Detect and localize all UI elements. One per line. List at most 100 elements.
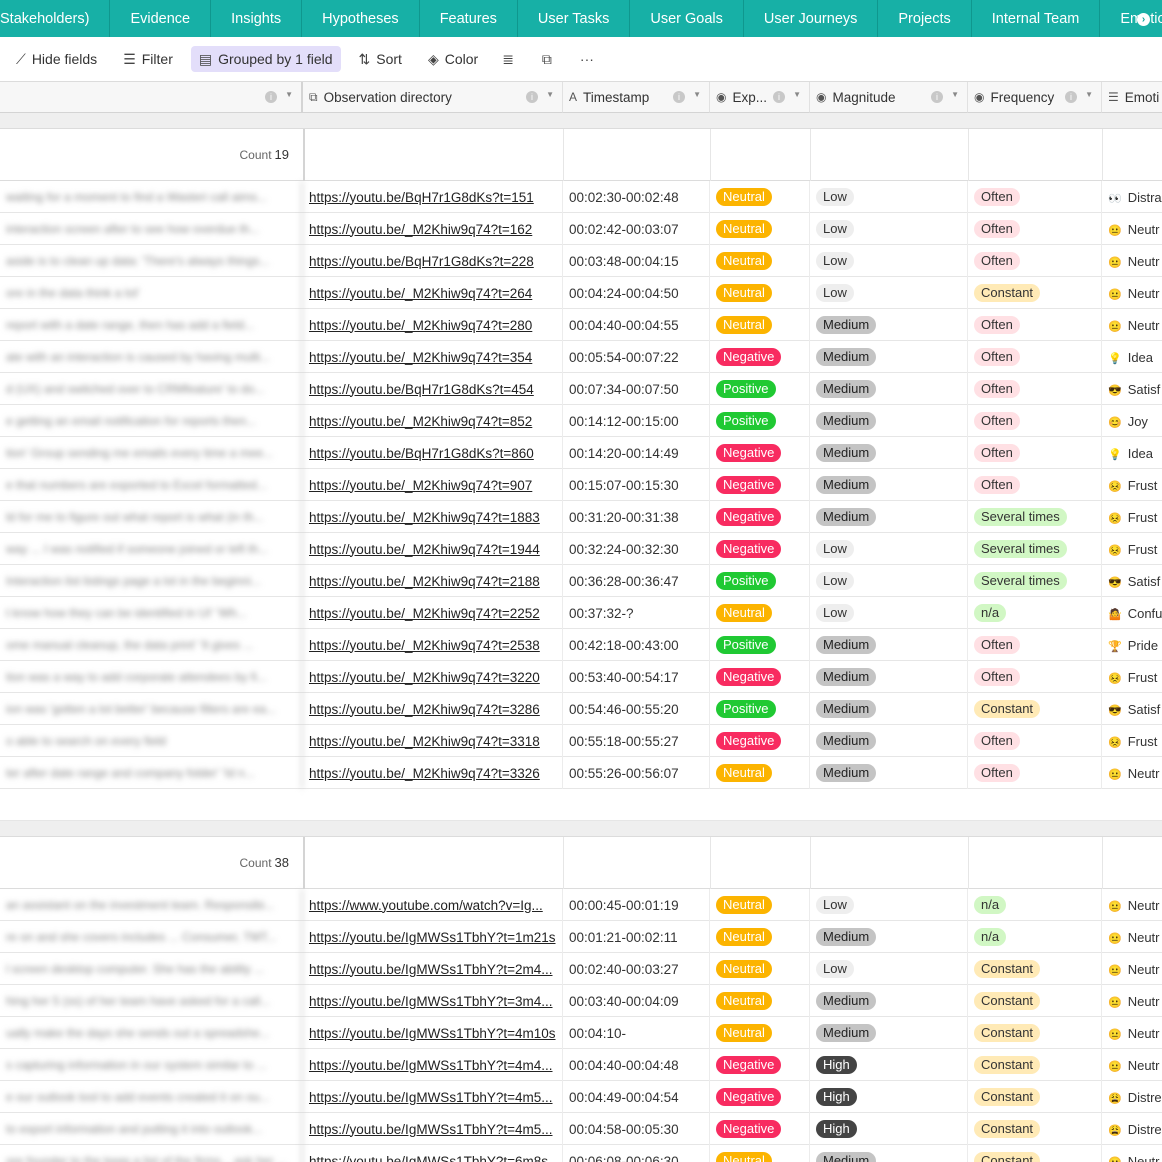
timestamp-cell[interactable]: 00:04:40-00:04:48	[563, 1049, 710, 1081]
observation-link[interactable]: https://youtu.be/_M2Khiw9q74?t=3286	[303, 693, 563, 725]
table-row[interactable]: ore founder to the keep a list of the fi…	[0, 1145, 1162, 1162]
table-row[interactable]: tion was a way to add corporate attendee…	[0, 661, 1162, 693]
timestamp-cell[interactable]: 00:04:49-00:04:54	[563, 1081, 710, 1113]
observation-link[interactable]: https://youtu.be/BqH7r1G8dKs?t=228	[303, 245, 563, 277]
experience-cell[interactable]: Neutral	[710, 953, 810, 985]
observation-link[interactable]: https://youtu.be/_M2Khiw9q74?t=280	[303, 309, 563, 341]
frequency-cell[interactable]: Often	[968, 757, 1102, 789]
emotion-cell[interactable]: 😩 Distre	[1102, 1081, 1162, 1113]
experience-cell[interactable]: Neutral	[710, 985, 810, 1017]
experience-cell[interactable]: Negative	[710, 661, 810, 693]
emotion-cell[interactable]: 😣 Frust	[1102, 469, 1162, 501]
timestamp-cell[interactable]: 00:53:40-00:54:17	[563, 661, 710, 693]
experience-cell[interactable]: Neutral	[710, 1017, 810, 1049]
emotion-cell[interactable]: 💡 Idea	[1102, 341, 1162, 373]
emotion-cell[interactable]: 😊 Joy	[1102, 405, 1162, 437]
frequency-cell[interactable]: Constant	[968, 985, 1102, 1017]
frequency-cell[interactable]: Constant	[968, 1017, 1102, 1049]
magnitude-cell[interactable]: Medium	[810, 373, 968, 405]
tab-scroll-right-icon[interactable]: ›	[1137, 13, 1150, 26]
chevron-down-icon[interactable]: ▼	[1085, 90, 1093, 99]
table-tab[interactable]: Projects	[878, 0, 972, 37]
table-tab[interactable]: Evidence	[110, 0, 212, 37]
emotion-cell[interactable]: 😐 Neutr	[1102, 277, 1162, 309]
info-icon[interactable]: i	[931, 91, 943, 103]
emotion-cell[interactable]: 😎 Satisf	[1102, 565, 1162, 597]
primary-field-cell[interactable]: d (UX) and switched over to CRMfeature' …	[0, 373, 303, 405]
primary-field-cell[interactable]: l screen desktop computer. She has the a…	[0, 953, 303, 985]
chevron-down-icon[interactable]: ▼	[951, 90, 959, 99]
emotion-cell[interactable]: 🏆 Pride	[1102, 629, 1162, 661]
frequency-cell[interactable]: Often	[968, 629, 1102, 661]
experience-cell[interactable]: Positive	[710, 405, 810, 437]
experience-cell[interactable]: Negative	[710, 341, 810, 373]
magnitude-cell[interactable]: Medium	[810, 309, 968, 341]
experience-cell[interactable]: Neutral	[710, 309, 810, 341]
chevron-down-icon[interactable]: ▼	[546, 90, 554, 99]
experience-cell[interactable]: Positive	[710, 693, 810, 725]
emotion-cell[interactable]: 😎 Satisf	[1102, 693, 1162, 725]
table-row[interactable]: e getting an email notification for repo…	[0, 405, 1162, 437]
frequency-cell[interactable]: Constant	[968, 1113, 1102, 1145]
table-row[interactable]: interaction screen after to see how over…	[0, 213, 1162, 245]
more-options-button[interactable]: ···	[574, 46, 606, 72]
table-row[interactable]: l screen desktop computer. She has the a…	[0, 953, 1162, 985]
timestamp-cell[interactable]: 00:36:28-00:36:47	[563, 565, 710, 597]
primary-field-cell[interactable]: aside is to clean up data: 'There's alwa…	[0, 245, 303, 277]
column-header-primary[interactable]: i ▼	[0, 82, 303, 113]
primary-field-cell[interactable]: an assistant on the investment team. Res…	[0, 889, 303, 921]
observation-link[interactable]: https://youtu.be/IgMWSs1TbhY?t=2m4...	[303, 953, 563, 985]
observation-link[interactable]: https://youtu.be/IgMWSs1TbhY?t=3m4...	[303, 985, 563, 1017]
table-row[interactable]: waiting for a moment to find a Wasteri c…	[0, 181, 1162, 213]
timestamp-cell[interactable]: 00:04:40-00:04:55	[563, 309, 710, 341]
magnitude-cell[interactable]: Medium	[810, 341, 968, 373]
table-row[interactable]: ually make the days she sends out a spre…	[0, 1017, 1162, 1049]
table-row[interactable]: s capturing information in our system si…	[0, 1049, 1162, 1081]
table-row[interactable]: ome manual cleanup, the data print' 'It …	[0, 629, 1162, 661]
observation-link[interactable]: https://youtu.be/_M2Khiw9q74?t=907	[303, 469, 563, 501]
magnitude-cell[interactable]: Medium	[810, 501, 968, 533]
magnitude-cell[interactable]: Low	[810, 889, 968, 921]
magnitude-cell[interactable]: Medium	[810, 1145, 968, 1162]
experience-cell[interactable]: Neutral	[710, 1145, 810, 1162]
table-row[interactable]: hing her 5 (ss) of her team have asked f…	[0, 985, 1162, 1017]
frequency-cell[interactable]: Constant	[968, 1049, 1102, 1081]
experience-cell[interactable]: Neutral	[710, 181, 810, 213]
primary-field-cell[interactable]: re on and she covers includes ... Consum…	[0, 921, 303, 953]
magnitude-cell[interactable]: Low	[810, 181, 968, 213]
primary-field-cell[interactable]: e our outlook tool to add events created…	[0, 1081, 303, 1113]
frequency-cell[interactable]: Often	[968, 437, 1102, 469]
table-row[interactable]: way ... I was notified if someone joined…	[0, 533, 1162, 565]
column-header-frequency[interactable]: ◉ Frequency i ▼	[968, 82, 1102, 113]
info-icon[interactable]: i	[526, 91, 538, 103]
magnitude-cell[interactable]: Medium	[810, 725, 968, 757]
magnitude-cell[interactable]: Low	[810, 565, 968, 597]
table-row[interactable]: ion was 'gotten a lot better' because fi…	[0, 693, 1162, 725]
table-row[interactable]: Interaction list listings page a lot in …	[0, 565, 1162, 597]
timestamp-cell[interactable]: 00:00:45-00:01:19	[563, 889, 710, 921]
observation-link[interactable]: https://youtu.be/_M2Khiw9q74?t=1883	[303, 501, 563, 533]
observation-link[interactable]: https://youtu.be/_M2Khiw9q74?t=2252	[303, 597, 563, 629]
primary-field-cell[interactable]: e getting an email notification for repo…	[0, 405, 303, 437]
frequency-cell[interactable]: Often	[968, 245, 1102, 277]
experience-cell[interactable]: Neutral	[710, 277, 810, 309]
chevron-down-icon[interactable]: ▼	[285, 90, 293, 99]
frequency-cell[interactable]: Often	[968, 725, 1102, 757]
primary-field-cell[interactable]: t know how they can be identified in UI'…	[0, 597, 303, 629]
info-icon[interactable]: i	[773, 91, 785, 103]
magnitude-cell[interactable]: Medium	[810, 693, 968, 725]
table-tab[interactable]: Internal Team	[971, 0, 1101, 37]
observation-link[interactable]: https://youtu.be/_M2Khiw9q74?t=3220	[303, 661, 563, 693]
magnitude-cell[interactable]: High	[810, 1081, 968, 1113]
table-row[interactable]: t know how they can be identified in UI'…	[0, 597, 1162, 629]
table-row[interactable]: ld for me to figure out what report is w…	[0, 501, 1162, 533]
primary-field-cell[interactable]: s capturing information in our system si…	[0, 1049, 303, 1081]
table-tab[interactable]: User Tasks	[517, 0, 631, 37]
table-row[interactable]: e our outlook tool to add events created…	[0, 1081, 1162, 1113]
emotion-cell[interactable]: 😣 Frust	[1102, 725, 1162, 757]
table-row[interactable]: an assistant on the investment team. Res…	[0, 889, 1162, 921]
table-tab[interactable]: User Goals	[630, 0, 744, 37]
emotion-cell[interactable]: 😐 Neutr	[1102, 889, 1162, 921]
frequency-cell[interactable]: n/a	[968, 889, 1102, 921]
magnitude-cell[interactable]: Medium	[810, 405, 968, 437]
